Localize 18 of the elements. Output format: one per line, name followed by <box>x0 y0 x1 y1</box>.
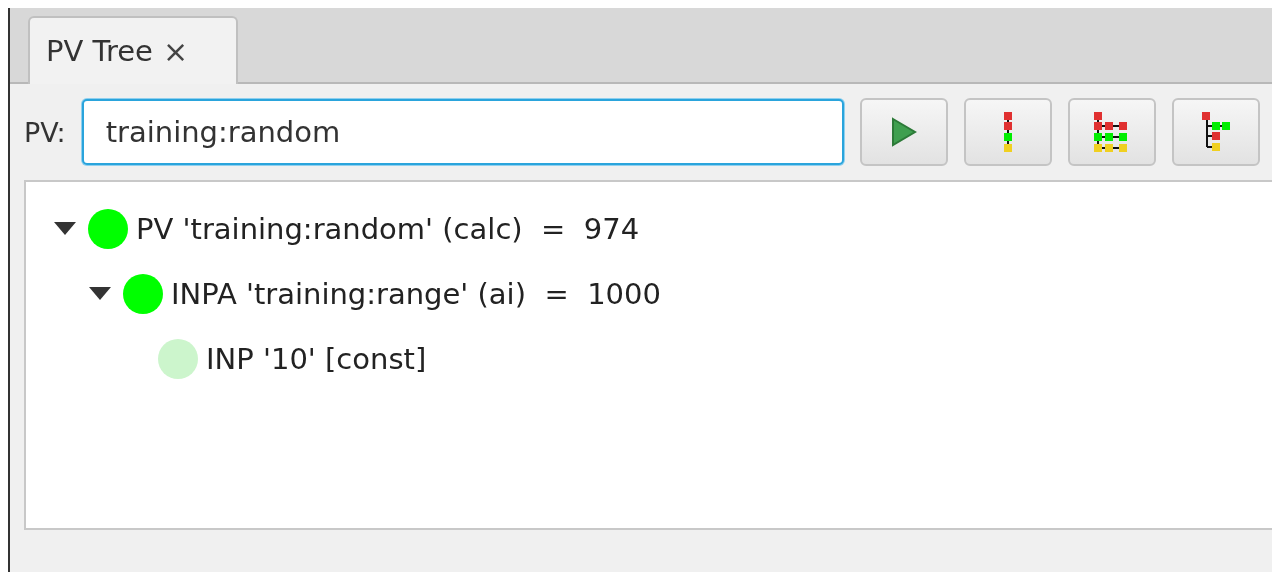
pv-input-field[interactable]: training:random <box>81 99 844 165</box>
run-button[interactable] <box>859 98 948 166</box>
tree-view-button[interactable] <box>963 98 1052 166</box>
tree-item[interactable]: INP '10' [const] <box>206 341 427 376</box>
tree-item[interactable]: PV 'training:random' (calc) = 974 <box>136 211 640 246</box>
tree-view-button[interactable] <box>1067 98 1156 166</box>
play-icon <box>890 117 917 147</box>
tree-view-button[interactable] <box>1171 98 1260 166</box>
close-icon[interactable]: × <box>162 33 189 69</box>
chain-icon <box>1002 111 1013 153</box>
expand-icon[interactable] <box>54 222 76 235</box>
pv-label: PV: <box>24 116 66 148</box>
tab-label: PV Tree <box>46 34 153 68</box>
tab[interactable]: PV Tree × <box>28 16 238 84</box>
grid-tree-icon <box>1093 111 1130 153</box>
tree-item[interactable]: INPA 'training:range' (ai) = 1000 <box>171 276 661 311</box>
expand-icon[interactable] <box>89 287 111 300</box>
tree-icon <box>1200 111 1231 153</box>
